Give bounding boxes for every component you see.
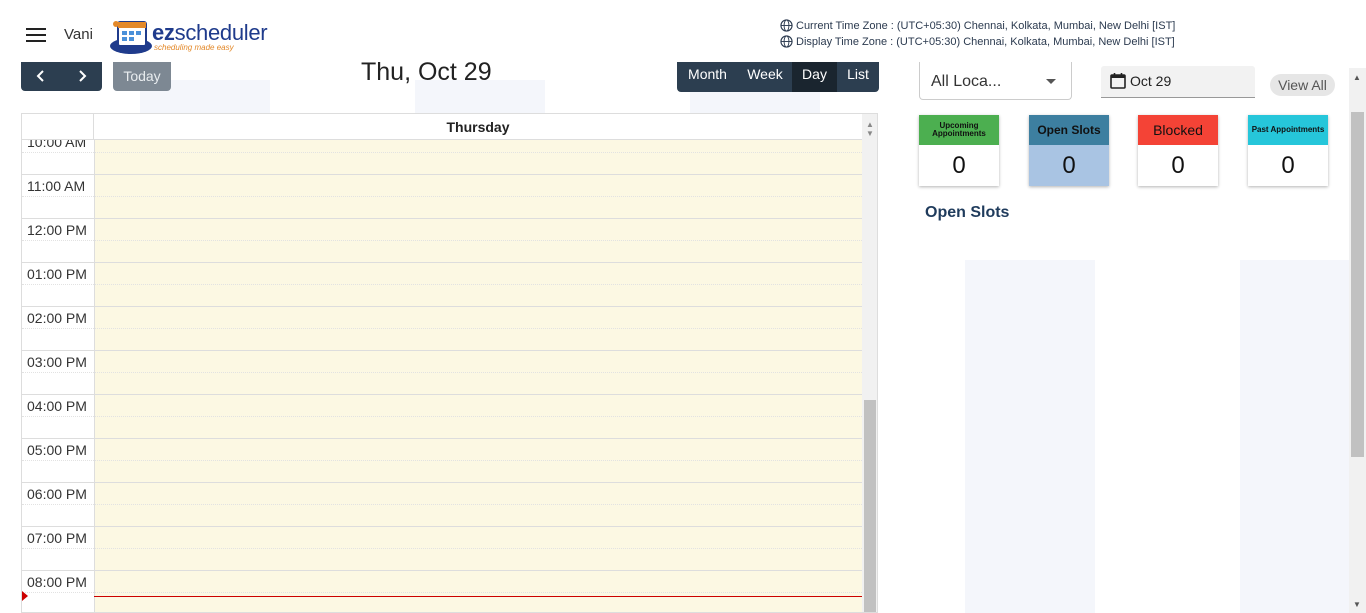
time-label: 10:00 AM bbox=[27, 140, 87, 150]
current-timezone: Current Time Zone : (UTC+05:30) Chennai,… bbox=[780, 19, 1175, 32]
dropdown-caret-icon bbox=[1046, 79, 1056, 84]
globe-icon bbox=[780, 19, 793, 32]
stat-label: Open Slots bbox=[1029, 115, 1109, 145]
time-slot[interactable] bbox=[22, 372, 862, 394]
time-slot[interactable] bbox=[22, 284, 862, 306]
time-slot[interactable] bbox=[22, 174, 862, 196]
prev-button[interactable] bbox=[21, 60, 62, 91]
time-slot[interactable] bbox=[22, 328, 862, 350]
display-timezone: Display Time Zone : (UTC+05:30) Chennai,… bbox=[780, 35, 1175, 48]
today-button[interactable]: Today bbox=[113, 60, 171, 91]
hamburger-menu-icon[interactable] bbox=[26, 28, 46, 42]
page-scroll-down-icon[interactable]: ▼ bbox=[1353, 600, 1361, 609]
time-label: 11:00 AM bbox=[27, 178, 86, 194]
time-slot[interactable] bbox=[22, 196, 862, 218]
scroll-down-icon[interactable]: ▼ bbox=[866, 129, 874, 138]
stat-value: 0 bbox=[1281, 151, 1295, 179]
current-timezone-text: Current Time Zone : (UTC+05:30) Chennai,… bbox=[796, 19, 1176, 32]
view-list-button[interactable]: List bbox=[837, 60, 879, 92]
stat-value: 0 bbox=[1171, 151, 1185, 179]
stat-value: 0 bbox=[1029, 145, 1109, 186]
time-slot[interactable] bbox=[22, 306, 862, 328]
time-axis-header bbox=[22, 114, 94, 140]
now-indicator-arrow-icon bbox=[22, 591, 28, 601]
logo-calendar-icon bbox=[110, 21, 152, 54]
time-label: 03:00 PM bbox=[27, 354, 87, 370]
view-day-button[interactable]: Day bbox=[792, 60, 837, 92]
page-scrollbar[interactable]: ▲ ▼ bbox=[1349, 68, 1366, 613]
time-label: 04:00 PM bbox=[27, 398, 87, 414]
stat-label: Upcoming Appointments bbox=[919, 115, 999, 145]
day-calendar: Thursday 10:00 AM 11:00 AM 12:00 PM 01:00 P… bbox=[21, 113, 878, 613]
display-timezone-text: Display Time Zone : (UTC+05:30) Chennai,… bbox=[796, 35, 1175, 48]
time-label: 12:00 PM bbox=[27, 222, 87, 238]
time-label: 01:00 PM bbox=[27, 266, 87, 282]
upcoming-appointments-card[interactable]: Upcoming Appointments 0 bbox=[919, 115, 999, 186]
time-slot[interactable] bbox=[22, 416, 862, 438]
now-indicator-line bbox=[94, 596, 862, 597]
page-scroll-thumb[interactable] bbox=[1351, 112, 1364, 457]
time-slot[interactable] bbox=[22, 262, 862, 284]
time-slot[interactable] bbox=[22, 350, 862, 372]
time-slot[interactable] bbox=[22, 548, 862, 570]
calendar-icon bbox=[1110, 73, 1126, 89]
time-slot[interactable] bbox=[22, 140, 862, 152]
stat-value: 0 bbox=[952, 151, 966, 179]
time-slot[interactable] bbox=[22, 394, 862, 416]
open-slots-card[interactable]: Open Slots 0 bbox=[1029, 115, 1109, 186]
time-slot[interactable] bbox=[22, 570, 862, 592]
user-name: Vani bbox=[64, 26, 93, 43]
calendar-body[interactable]: 10:00 AM 11:00 AM 12:00 PM 01:00 PM 02:00 PM… bbox=[22, 140, 862, 612]
time-slot[interactable] bbox=[22, 504, 862, 526]
date-picker-value: Oct 29 bbox=[1130, 73, 1172, 89]
page-scroll-up-icon[interactable]: ▲ bbox=[1353, 73, 1361, 82]
stat-label: Blocked bbox=[1138, 115, 1218, 145]
time-slot[interactable] bbox=[22, 460, 862, 482]
location-select[interactable]: All Loca... bbox=[919, 62, 1072, 100]
past-appointments-card[interactable]: Past Appointments 0 bbox=[1248, 115, 1328, 186]
blocked-card[interactable]: Blocked 0 bbox=[1138, 115, 1218, 186]
calendar-title: Thu, Oct 29 bbox=[361, 58, 492, 86]
view-switcher: Month Week Day List bbox=[677, 60, 879, 92]
time-slot[interactable] bbox=[22, 240, 862, 262]
calendar-scroll-thumb[interactable] bbox=[864, 400, 876, 612]
view-month-button[interactable]: Month bbox=[677, 60, 738, 92]
location-select-value: All Loca... bbox=[931, 73, 1002, 90]
app-header: Vani ezscheduler scheduling made easy Cu… bbox=[0, 0, 1366, 62]
ezscheduler-logo[interactable]: ezscheduler scheduling made easy bbox=[108, 14, 283, 56]
next-button[interactable] bbox=[62, 60, 103, 91]
time-label: 02:00 PM bbox=[27, 310, 87, 326]
chevron-right-icon bbox=[79, 69, 87, 82]
time-label: 08:00 PM bbox=[27, 574, 87, 590]
date-picker-field[interactable]: Oct 29 bbox=[1101, 66, 1255, 98]
time-slot[interactable] bbox=[22, 482, 862, 504]
time-slot[interactable] bbox=[22, 218, 862, 240]
date-navigation bbox=[21, 60, 102, 91]
day-column-header: Thursday bbox=[446, 119, 510, 135]
view-week-button[interactable]: Week bbox=[738, 60, 792, 92]
time-label: 07:00 PM bbox=[27, 530, 87, 546]
time-label: 05:00 PM bbox=[27, 442, 87, 458]
calendar-header: Thursday bbox=[22, 114, 862, 140]
globe-icon bbox=[780, 35, 793, 48]
view-all-button[interactable]: View All bbox=[1270, 74, 1335, 96]
stat-label: Past Appointments bbox=[1248, 115, 1328, 145]
open-slots-section-title: Open Slots bbox=[925, 204, 1010, 221]
time-slot[interactable] bbox=[22, 438, 862, 460]
time-slot[interactable] bbox=[22, 526, 862, 548]
time-label: 06:00 PM bbox=[27, 486, 87, 502]
logo-tagline: scheduling made easy bbox=[154, 43, 234, 52]
chevron-left-icon bbox=[36, 69, 44, 82]
scroll-up-icon[interactable]: ▲ bbox=[866, 120, 874, 129]
time-slot[interactable] bbox=[22, 152, 862, 174]
calendar-scrollbar[interactable]: ▲ ▼ bbox=[862, 114, 877, 612]
